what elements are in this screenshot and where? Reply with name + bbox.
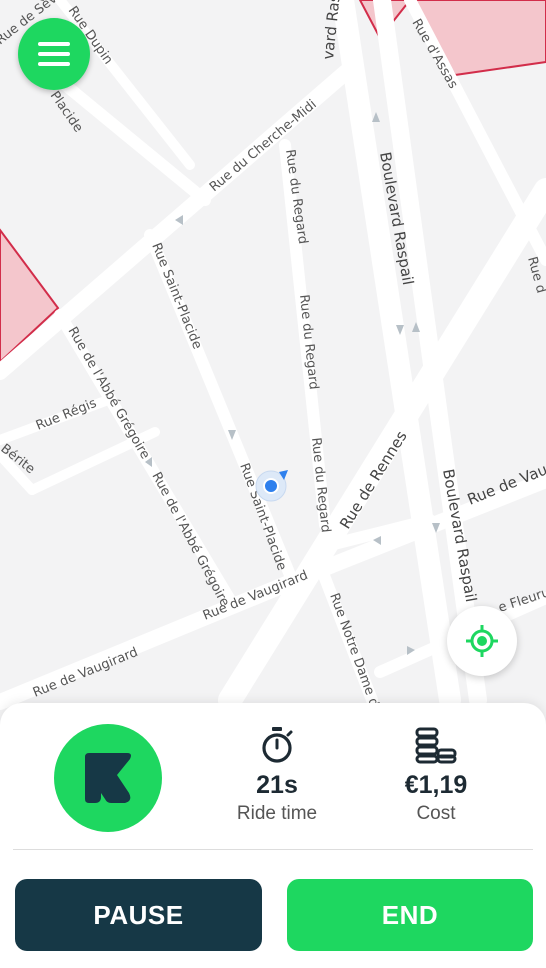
coin-stack-icon <box>415 727 457 764</box>
end-ride-button[interactable]: END <box>287 879 533 951</box>
ride-time-stat: 21s Ride time <box>207 725 347 825</box>
stopwatch-icon <box>262 727 293 763</box>
hamburger-menu-icon <box>38 52 70 56</box>
hamburger-menu-icon <box>38 42 70 46</box>
crosshair-target-icon <box>466 625 498 657</box>
cost-value: €1,19 <box>404 771 468 799</box>
ride-time-value: 21s <box>256 771 298 799</box>
ride-time-label: Ride time <box>236 803 318 824</box>
recenter-location-button[interactable] <box>447 606 517 676</box>
menu-button[interactable] <box>18 18 90 90</box>
brand-k-logo-icon <box>85 753 131 803</box>
brand-logo <box>54 724 162 832</box>
pause-button[interactable]: PAUSE <box>15 879 262 951</box>
cost-label: Cost <box>416 803 456 824</box>
hamburger-menu-icon <box>38 62 70 66</box>
cost-stat: €1,19 Cost <box>366 725 506 825</box>
divider <box>13 849 533 850</box>
ride-panel: 21s Ride time €1,19 Cost PAUSE END <box>0 703 546 968</box>
